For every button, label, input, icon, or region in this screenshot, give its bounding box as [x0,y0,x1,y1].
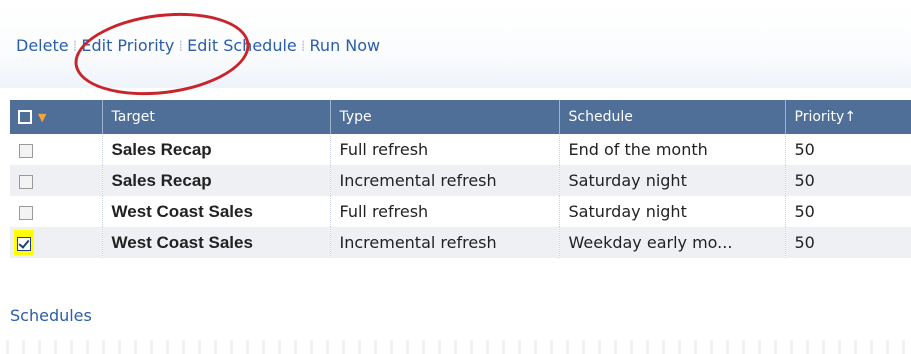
schedule-cell: Saturday night [559,165,786,196]
target-cell[interactable]: West Coast Sales [102,227,331,258]
row-select-cell [10,227,103,258]
column-header-schedule[interactable]: Schedule [559,100,786,134]
row-checkbox[interactable] [19,143,33,158]
priority-cell: 50 [794,202,815,221]
table-row[interactable]: Sales Recap Full refresh End of the mont… [10,134,911,165]
priority-cell: 50 [785,165,911,196]
toolbar-divider: ⁞ [178,37,184,55]
edit-schedule-button[interactable]: Edit Schedule [187,36,297,55]
type-cell: Full refresh [330,196,560,227]
column-header-target[interactable]: Target [102,100,331,134]
checkbox-highlight [14,230,34,255]
toolbar-actions: Delete ⁞ Edit Priority ⁞ Edit Schedule ⁞ Run N… [16,36,380,55]
priority-cell: 50 [794,140,815,159]
row-select-cell [10,165,103,196]
select-all-checkbox[interactable] [18,110,32,124]
select-all-header: ▼ [10,100,103,134]
toolbar: Delete ⁞ Edit Priority ⁞ Edit Schedule ⁞ Run N… [0,0,911,88]
target-cell[interactable]: West Coast Sales [102,196,331,227]
priority-cell: 50 [785,227,911,258]
table-row[interactable]: West Coast Sales Incremental refresh Wee… [10,227,911,258]
toolbar-divider: ⁞ [300,37,306,55]
table-row[interactable]: Sales Recap Incremental refresh Saturday… [10,165,911,196]
dropdown-arrow-icon[interactable]: ▼ [38,111,46,124]
table-row[interactable]: West Coast Sales Full refresh Saturday n… [10,196,911,227]
type-cell: Full refresh [330,134,560,165]
column-header-type[interactable]: Type [330,100,560,134]
cropped-toolbar-strip [0,340,911,354]
row-select-cell [10,196,103,227]
column-header-priority[interactable]: Priority↑ [785,100,911,134]
tasks-table: ▼ Target Type Schedule Priority↑ Sales R… [10,100,911,258]
target-cell[interactable]: Sales Recap [102,134,331,165]
run-now-button[interactable]: Run Now [310,36,381,55]
type-cell: Incremental refresh [330,165,560,196]
row-checkbox[interactable] [17,236,31,251]
row-checkbox[interactable] [19,205,33,220]
row-checkbox[interactable] [19,174,33,189]
target-cell[interactable]: Sales Recap [102,165,331,196]
edit-priority-button[interactable]: Edit Priority [81,36,174,55]
schedules-link[interactable]: Schedules [10,306,92,325]
type-cell: Incremental refresh [330,227,560,258]
table-header-row: ▼ Target Type Schedule Priority↑ [10,100,911,134]
schedule-cell: Weekday early mo... [559,227,786,258]
schedule-cell: End of the month [559,134,786,165]
row-select-cell [10,134,103,165]
toolbar-divider: ⁞ [72,37,78,55]
delete-button[interactable]: Delete [16,36,69,55]
schedule-cell: Saturday night [559,196,786,227]
